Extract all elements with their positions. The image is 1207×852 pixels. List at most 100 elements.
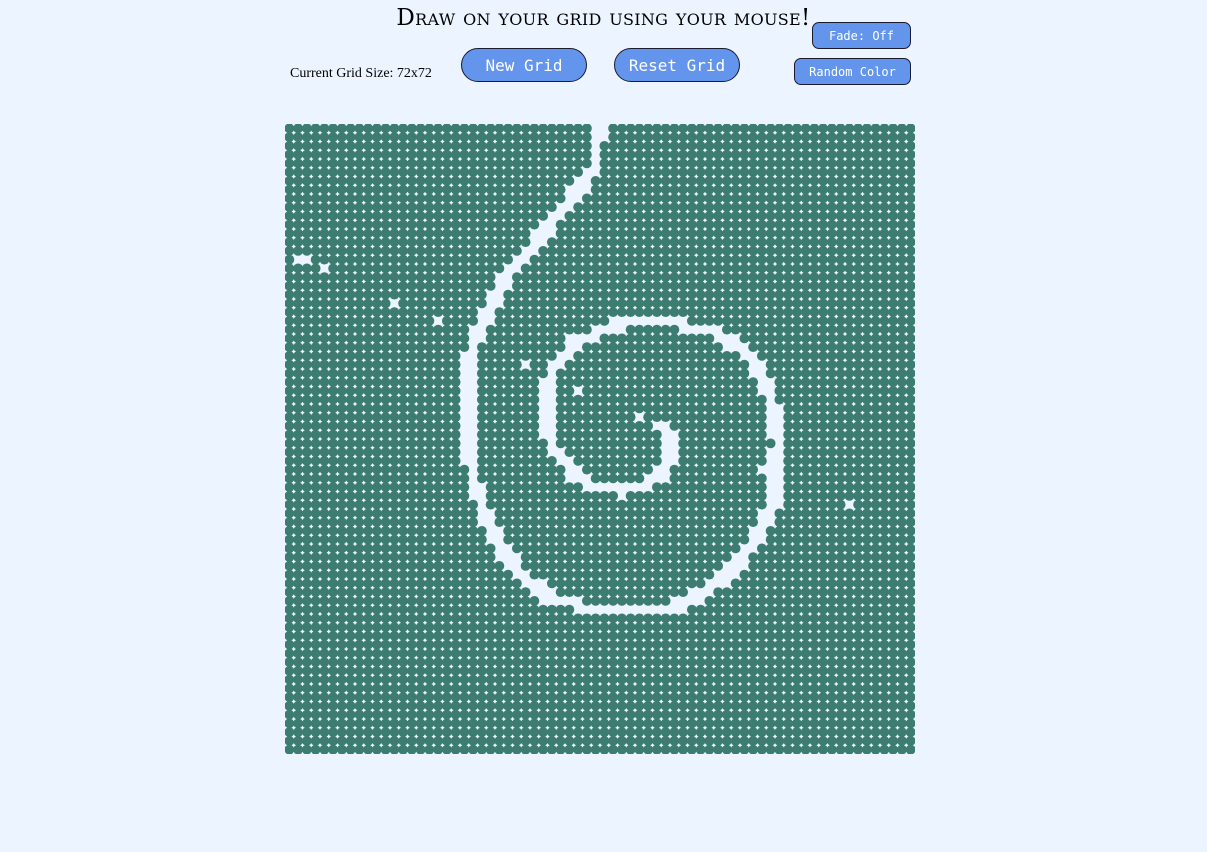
grid-cell[interactable] bbox=[573, 420, 584, 431]
grid-cell[interactable] bbox=[809, 307, 820, 318]
grid-cell[interactable] bbox=[686, 298, 697, 309]
grid-cell[interactable] bbox=[756, 289, 767, 300]
grid-cell[interactable] bbox=[354, 193, 365, 204]
grid-cell[interactable] bbox=[599, 438, 610, 449]
grid-cell[interactable] bbox=[590, 727, 601, 738]
grid-cell[interactable] bbox=[853, 709, 864, 720]
grid-cell[interactable] bbox=[511, 298, 522, 309]
grid-cell[interactable] bbox=[529, 735, 540, 746]
grid-cell[interactable] bbox=[835, 587, 846, 598]
grid-cell[interactable] bbox=[678, 132, 689, 143]
grid-cell[interactable] bbox=[293, 342, 304, 353]
grid-cell[interactable] bbox=[590, 630, 601, 641]
grid-cell[interactable] bbox=[748, 124, 759, 134]
grid-cell[interactable] bbox=[503, 569, 514, 580]
grid-cell[interactable] bbox=[293, 324, 304, 335]
grid-cell[interactable] bbox=[678, 237, 689, 248]
grid-cell[interactable] bbox=[818, 184, 829, 195]
grid-cell[interactable] bbox=[590, 228, 601, 239]
grid-cell[interactable] bbox=[328, 167, 339, 178]
grid-cell[interactable] bbox=[363, 149, 374, 160]
grid-cell[interactable] bbox=[888, 272, 899, 283]
grid-cell[interactable] bbox=[520, 534, 531, 545]
grid-cell[interactable] bbox=[371, 464, 382, 475]
grid-cell[interactable] bbox=[704, 735, 715, 746]
grid-cell[interactable] bbox=[494, 438, 505, 449]
grid-cell[interactable] bbox=[704, 630, 715, 641]
grid-cell[interactable] bbox=[888, 517, 899, 528]
grid-cell[interactable] bbox=[494, 455, 505, 466]
grid-cell[interactable] bbox=[905, 490, 915, 501]
grid-cell[interactable] bbox=[625, 727, 636, 738]
grid-cell[interactable] bbox=[503, 377, 514, 388]
grid-cell[interactable] bbox=[293, 665, 304, 676]
grid-cell[interactable] bbox=[468, 307, 479, 318]
grid-cell[interactable] bbox=[896, 744, 907, 754]
grid-cell[interactable] bbox=[468, 604, 479, 615]
grid-cell[interactable] bbox=[285, 709, 295, 720]
grid-cell[interactable] bbox=[704, 237, 715, 248]
grid-cell[interactable] bbox=[660, 385, 671, 396]
grid-cell[interactable] bbox=[625, 420, 636, 431]
grid-cell[interactable] bbox=[695, 700, 706, 711]
grid-cell[interactable] bbox=[485, 657, 496, 668]
grid-cell[interactable] bbox=[328, 517, 339, 528]
grid-cell[interactable] bbox=[599, 744, 610, 754]
grid-cell[interactable] bbox=[371, 263, 382, 274]
grid-cell[interactable] bbox=[660, 298, 671, 309]
grid-cell[interactable] bbox=[616, 307, 627, 318]
grid-cell[interactable] bbox=[660, 552, 671, 563]
grid-cell[interactable] bbox=[441, 578, 452, 589]
grid-cell[interactable] bbox=[301, 508, 312, 519]
grid-cell[interactable] bbox=[555, 132, 566, 143]
grid-cell[interactable] bbox=[433, 709, 444, 720]
grid-cell[interactable] bbox=[485, 587, 496, 598]
grid-cell[interactable] bbox=[573, 447, 584, 458]
grid-cell[interactable] bbox=[424, 473, 435, 484]
grid-cell[interactable] bbox=[739, 692, 750, 703]
grid-cell[interactable] bbox=[800, 175, 811, 186]
grid-cell[interactable] bbox=[363, 254, 374, 265]
grid-cell[interactable] bbox=[406, 377, 417, 388]
grid-cell[interactable] bbox=[818, 324, 829, 335]
grid-cell[interactable] bbox=[345, 394, 356, 405]
grid-cell[interactable] bbox=[590, 237, 601, 248]
grid-cell[interactable] bbox=[870, 124, 881, 134]
grid-cell[interactable] bbox=[538, 359, 549, 370]
grid-cell[interactable] bbox=[800, 394, 811, 405]
grid-cell[interactable] bbox=[905, 272, 915, 283]
grid-cell[interactable] bbox=[774, 237, 785, 248]
grid-cell[interactable] bbox=[651, 333, 662, 344]
grid-cell[interactable] bbox=[380, 665, 391, 676]
grid-cell[interactable] bbox=[713, 298, 724, 309]
grid-cell[interactable] bbox=[441, 718, 452, 729]
grid-cell[interactable] bbox=[774, 744, 785, 754]
grid-cell[interactable] bbox=[538, 342, 549, 353]
grid-cell[interactable] bbox=[800, 499, 811, 510]
grid-cell[interactable] bbox=[905, 315, 915, 326]
grid-cell[interactable] bbox=[301, 124, 312, 134]
grid-cell[interactable] bbox=[809, 665, 820, 676]
grid-cell[interactable] bbox=[861, 683, 872, 694]
grid-cell[interactable] bbox=[538, 455, 549, 466]
grid-cell[interactable] bbox=[459, 639, 470, 650]
grid-cell[interactable] bbox=[590, 193, 601, 204]
grid-cell[interactable] bbox=[328, 210, 339, 221]
grid-cell[interactable] bbox=[748, 648, 759, 659]
grid-cell[interactable] bbox=[494, 613, 505, 624]
grid-cell[interactable] bbox=[354, 569, 365, 580]
grid-cell[interactable] bbox=[800, 263, 811, 274]
grid-cell[interactable] bbox=[310, 447, 321, 458]
grid-cell[interactable] bbox=[809, 394, 820, 405]
grid-cell[interactable] bbox=[433, 368, 444, 379]
grid-cell[interactable] bbox=[441, 727, 452, 738]
grid-cell[interactable] bbox=[800, 543, 811, 554]
grid-cell[interactable] bbox=[433, 683, 444, 694]
grid-cell[interactable] bbox=[678, 429, 689, 440]
grid-cell[interactable] bbox=[608, 560, 619, 571]
grid-cell[interactable] bbox=[398, 560, 409, 571]
grid-cell[interactable] bbox=[336, 149, 347, 160]
grid-cell[interactable] bbox=[800, 342, 811, 353]
grid-cell[interactable] bbox=[888, 158, 899, 169]
grid-cell[interactable] bbox=[406, 280, 417, 291]
